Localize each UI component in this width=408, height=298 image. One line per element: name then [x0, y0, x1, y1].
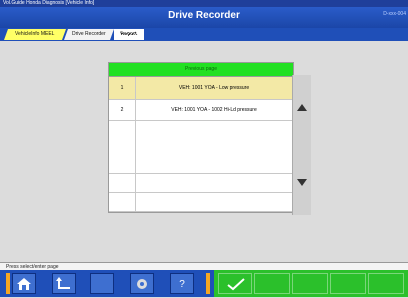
window-title: Vol.Guide Honda Diagnosis [Vehicle Info]	[3, 0, 95, 6]
list-item-number: 1	[109, 77, 136, 99]
list-item[interactable]: 1 VEH: 1001 YOA - Low pressure	[109, 77, 293, 100]
help-icon: ?	[179, 279, 185, 290]
list-item-number: 2	[109, 100, 136, 120]
bottom-toolbar: ?	[0, 270, 408, 297]
previous-page-button[interactable]: Previous page	[109, 63, 293, 77]
status-bar: Press select/enter page	[0, 262, 408, 270]
ok-panel	[214, 270, 408, 297]
tab-bar: VehicleInfo MEEL Drive Recorder Report	[0, 28, 408, 41]
window-titlebar: Vol.Guide Honda Diagnosis [Vehicle Info]	[0, 0, 408, 7]
list-item-empty	[109, 121, 293, 174]
home-button[interactable]	[12, 273, 36, 294]
list-item-empty	[109, 193, 293, 212]
tab-drive-recorder[interactable]: Drive Recorder	[63, 29, 115, 40]
empty-slot	[292, 273, 328, 294]
empty-slot	[368, 273, 404, 294]
scroll-up-icon[interactable]	[297, 104, 307, 111]
scroll-down-icon[interactable]	[297, 179, 307, 186]
empty-slot	[330, 273, 366, 294]
tab-report[interactable]: Report	[114, 29, 144, 40]
record-list: Previous page 1 VEH: 1001 YOA - Low pres…	[108, 62, 294, 213]
check-icon	[227, 278, 245, 291]
list-scrollbar[interactable]	[292, 75, 311, 215]
help-button[interactable]: ?	[170, 273, 194, 294]
list-item-label: VEH: 1001 YOA - Low pressure	[178, 85, 250, 91]
header-right-text: D-xxx-004	[383, 11, 406, 17]
separator	[206, 273, 210, 294]
settings-button[interactable]	[130, 273, 154, 294]
page-title: Drive Recorder	[168, 10, 240, 21]
empty-slot	[254, 273, 290, 294]
header-bar: Drive Recorder D-xxx-004	[0, 7, 408, 28]
ok-button[interactable]	[218, 273, 252, 294]
separator	[6, 273, 10, 294]
list-item-label: VEH: 1001 YOA - 1002 Hi-Ld pressure	[171, 107, 257, 113]
back-button[interactable]	[52, 273, 76, 294]
list-item-empty	[109, 174, 293, 193]
tab-vehicle-info[interactable]: VehicleInfo MEEL	[3, 29, 67, 40]
back-icon	[56, 277, 70, 289]
blank-button[interactable]	[90, 273, 114, 294]
home-icon	[17, 278, 31, 290]
list-item[interactable]: 2 VEH: 1001 YOA - 1002 Hi-Ld pressure	[109, 100, 293, 121]
gear-icon	[137, 279, 147, 289]
